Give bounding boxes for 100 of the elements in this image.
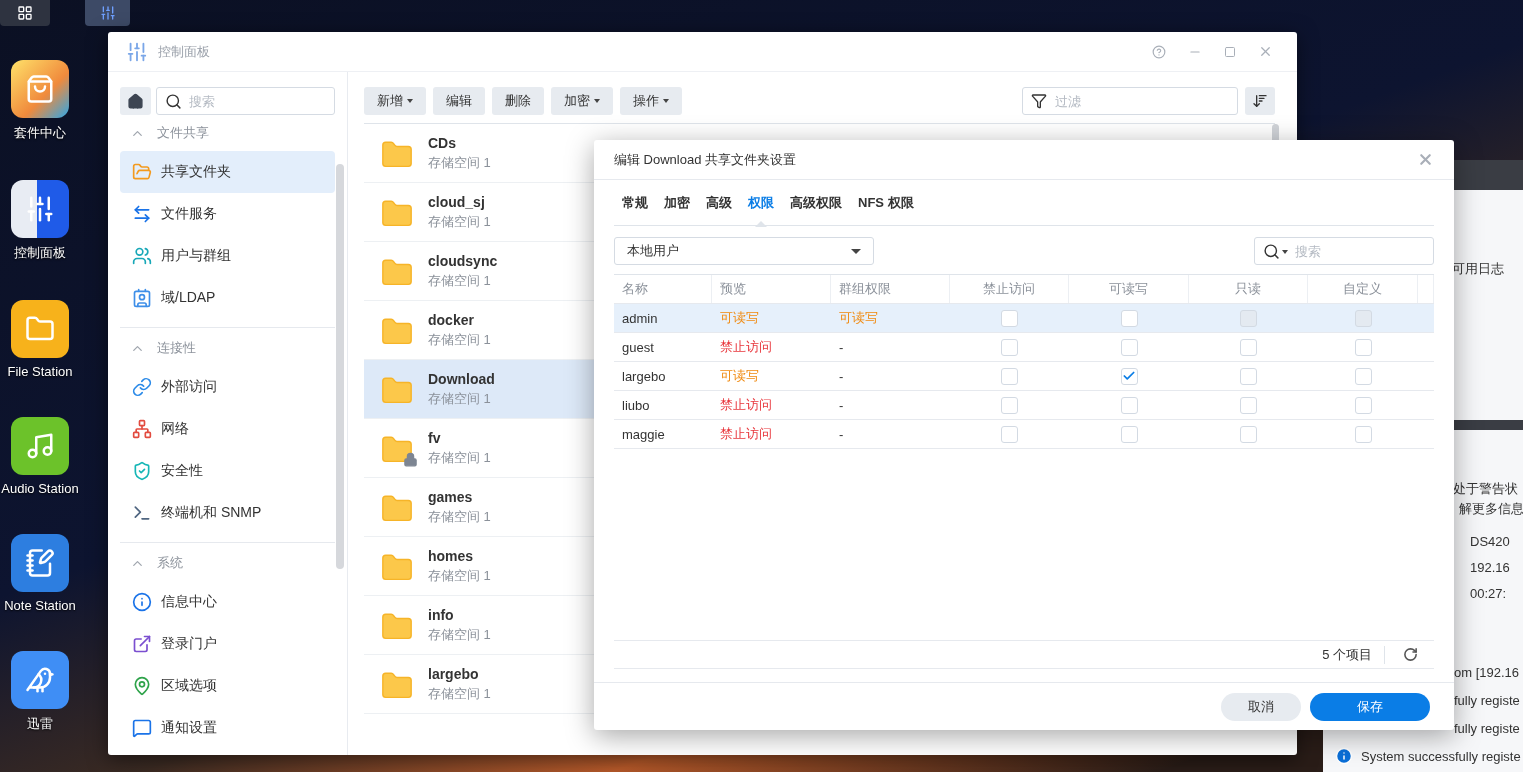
checkbox[interactable] [1001, 425, 1018, 443]
app-icon[interactable] [11, 534, 69, 592]
tab[interactable]: NFS 权限 [850, 179, 922, 226]
toolbar-button[interactable]: 新增 [364, 87, 426, 115]
checkbox[interactable] [1120, 338, 1138, 356]
checkbox[interactable] [1120, 425, 1138, 443]
search-icon[interactable] [1263, 243, 1288, 260]
app-icon[interactable] [11, 651, 69, 709]
toolbar-button[interactable]: 加密 [551, 87, 613, 115]
preview-permission: 禁止访问 [719, 338, 773, 356]
sidebar-item[interactable]: 通知设置 [120, 707, 335, 749]
folder-name: largebo [428, 665, 480, 682]
folder-icon [132, 162, 152, 182]
toolbar-button[interactable]: 操作 [620, 87, 682, 115]
checkbox[interactable] [1354, 367, 1372, 385]
checkbox[interactable] [1354, 338, 1372, 356]
help-icon[interactable] [1152, 44, 1166, 59]
sidebar-item[interactable]: 区域选项 [120, 665, 335, 707]
folder-name: info [428, 606, 455, 623]
group-permission: - [838, 367, 845, 386]
dialog-title: 编辑 Download 共享文件夹设置 [614, 150, 798, 169]
sidebar-item[interactable]: 共享文件夹 [120, 151, 335, 193]
sidebar-item[interactable]: 安全性 [120, 450, 335, 492]
checkbox[interactable] [1354, 425, 1372, 443]
tab[interactable]: 高级 [698, 179, 740, 226]
folder-name: homes [428, 547, 475, 564]
column-header: 只读 [1189, 275, 1308, 303]
refresh-icon[interactable] [1403, 647, 1418, 662]
save-button[interactable]: 保存 [1310, 692, 1430, 721]
sidebar-label: 登录门户 [161, 635, 217, 653]
caret-icon [594, 99, 600, 103]
user-name: largebo [621, 367, 667, 386]
tab[interactable]: 权限 [740, 179, 782, 226]
sidebar-item[interactable]: 终端机和 SNMP [120, 492, 335, 534]
checkbox[interactable] [1001, 309, 1018, 327]
sidebar-item[interactable]: 外部访问 [120, 366, 335, 408]
taskbar-button[interactable] [0, 0, 50, 26]
preview-permission: 禁止访问 [719, 425, 773, 443]
checkbox[interactable] [1240, 367, 1257, 385]
tab[interactable]: 加密 [656, 179, 698, 226]
folder-name: CDs [428, 134, 457, 151]
filter-field[interactable]: 过滤 [1022, 87, 1238, 115]
tab[interactable]: 常规 [614, 179, 656, 226]
toolbar-button[interactable]: 编辑 [433, 87, 485, 115]
section-title: 系统 [157, 554, 183, 572]
checkbox[interactable] [1001, 367, 1018, 385]
folder-volume: 存储空间 1 [428, 330, 491, 349]
terminal-icon [132, 503, 152, 523]
checkbox[interactable] [1120, 367, 1138, 385]
user-row[interactable]: maggie 禁止访问 - [614, 420, 1434, 449]
checkbox[interactable] [1240, 425, 1257, 443]
column-header: 预览 [712, 275, 831, 303]
sidebar-item[interactable]: 文件服务 [120, 193, 335, 235]
user-type-dropdown[interactable]: 本地用户 [614, 237, 874, 265]
shield-check-icon [132, 461, 152, 481]
sidebar-item[interactable]: 域/LDAP [120, 277, 335, 319]
user-name: liubo [621, 396, 651, 415]
user-row[interactable]: admin 可读写 可读写 [614, 304, 1434, 333]
folder-name: fv [428, 429, 442, 446]
info-value: DS420 [1469, 533, 1510, 551]
users-icon [132, 246, 152, 266]
user-row[interactable]: largebo 可读写 - [614, 362, 1434, 391]
sliders-icon [99, 5, 116, 21]
home-icon [127, 92, 144, 110]
app-icon[interactable] [11, 60, 69, 118]
search-field[interactable]: 搜索 [156, 87, 335, 115]
sidebar-item[interactable]: 登录门户 [120, 623, 335, 665]
close-icon[interactable] [1258, 44, 1273, 59]
app-icon[interactable] [11, 300, 69, 358]
group-permission: 可读写 [838, 309, 879, 327]
maximize-icon[interactable] [1224, 45, 1236, 58]
section-title: 文件共享 [157, 124, 209, 142]
section-title: 连接性 [157, 339, 196, 357]
home-button[interactable] [120, 87, 151, 115]
sidebar-label: 通知设置 [161, 719, 217, 737]
checkbox[interactable] [1354, 396, 1372, 414]
close-icon[interactable] [1417, 151, 1434, 168]
sort-button[interactable] [1245, 87, 1275, 115]
sidebar-item[interactable]: 信息中心 [120, 581, 335, 623]
search-field[interactable]: 搜索 [1254, 237, 1434, 265]
checkbox[interactable] [1120, 396, 1138, 414]
sidebar-item[interactable]: 网络 [120, 408, 335, 450]
toolbar-button[interactable]: 删除 [492, 87, 544, 115]
checkbox[interactable] [1001, 396, 1018, 414]
caret-icon [407, 99, 413, 103]
cancel-button[interactable]: 取消 [1221, 692, 1301, 721]
checkbox[interactable] [1240, 396, 1257, 414]
scrollbar[interactable] [336, 164, 344, 569]
checkbox[interactable] [1240, 338, 1257, 356]
app-icon[interactable] [11, 417, 69, 475]
sidebar-item[interactable]: 用户与群组 [120, 235, 335, 277]
folder-volume: 存储空间 1 [428, 271, 492, 290]
arrows-icon [132, 204, 152, 224]
tab[interactable]: 高级权限 [782, 179, 850, 226]
checkbox[interactable] [1001, 338, 1018, 356]
checkbox[interactable] [1120, 309, 1138, 327]
user-row[interactable]: liubo 禁止访问 - [614, 391, 1434, 420]
sort-icon [1252, 93, 1268, 109]
user-row[interactable]: guest 禁止访问 - [614, 333, 1434, 362]
app-icon[interactable] [11, 180, 69, 238]
